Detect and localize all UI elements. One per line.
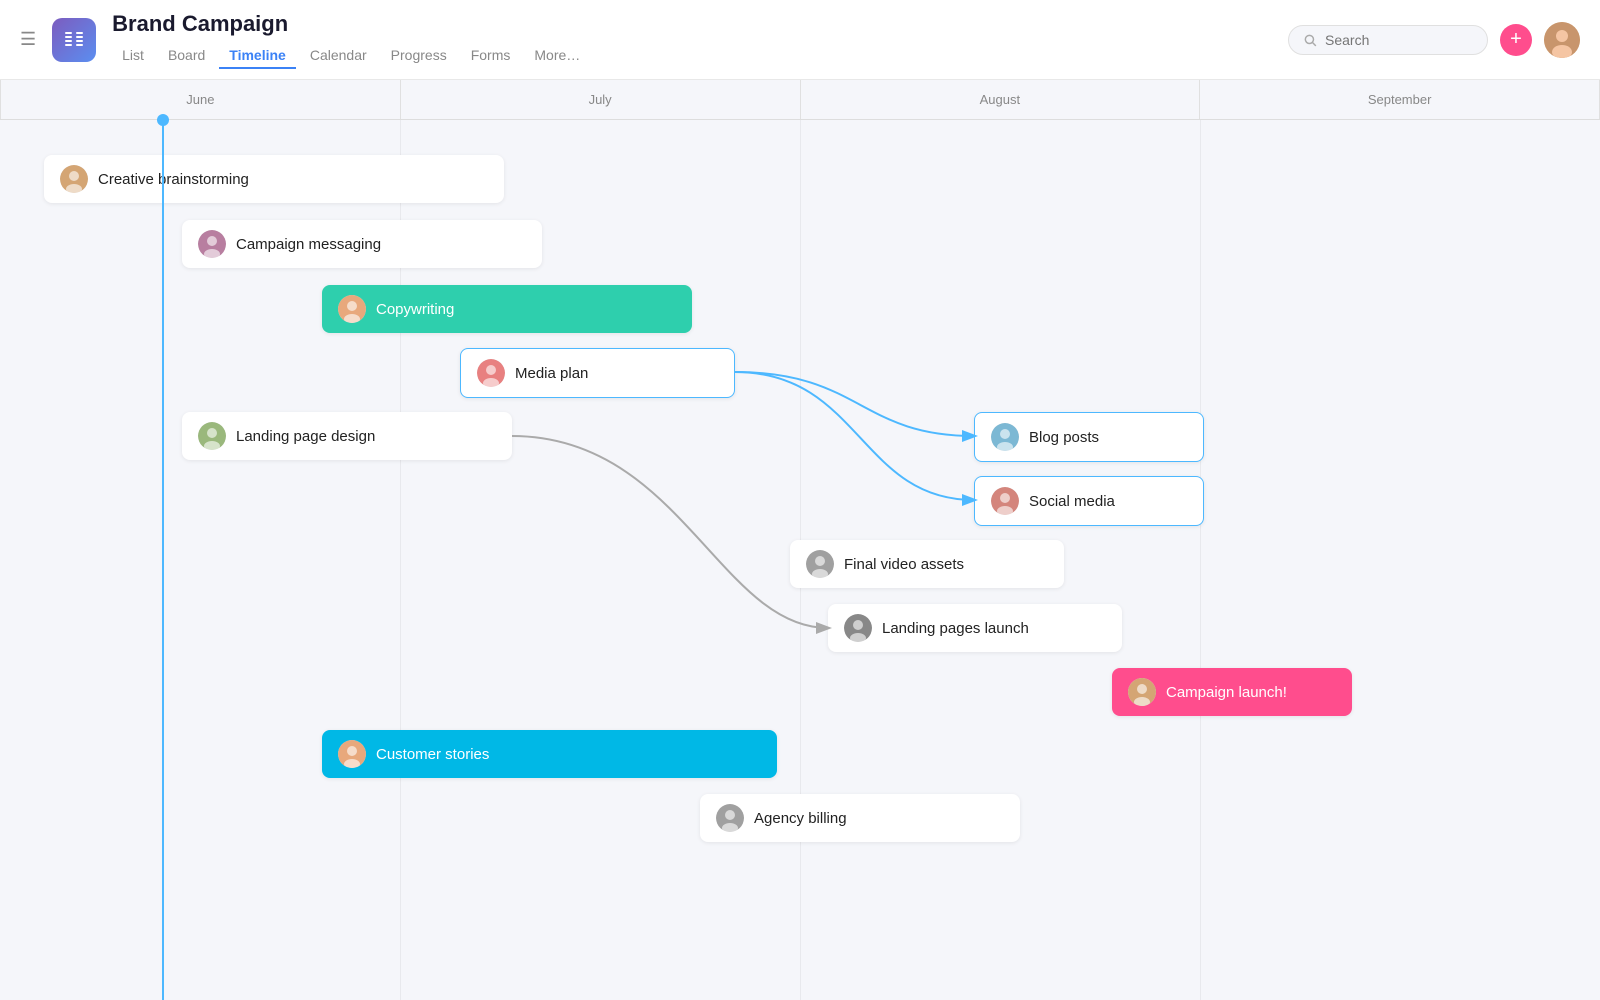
timeline-vertical-bar [162,120,164,1000]
task-label: Blog posts [1029,429,1099,446]
month-september: September [1200,80,1600,119]
hamburger-menu[interactable]: ☰ [20,29,36,50]
task-card-blog-posts[interactable]: Blog posts [974,412,1204,462]
task-avatar [806,550,834,578]
task-avatar [477,359,505,387]
nav-tabs: ListBoardTimelineCalendarProgressFormsMo… [112,43,1288,69]
months-bar: JuneJulyAugustSeptember [0,80,1600,120]
task-label: Campaign launch! [1166,684,1287,701]
search-icon [1303,33,1317,47]
task-card-landing-pages-launch[interactable]: Landing pages launch [828,604,1122,652]
task-card-campaign-messaging[interactable]: Campaign messaging [182,220,542,268]
nav-tab-timeline[interactable]: Timeline [219,43,296,69]
header-right: + [1288,22,1580,58]
add-button[interactable]: + [1500,24,1532,56]
task-label: Creative brainstorming [98,171,249,188]
task-label: Landing pages launch [882,620,1029,637]
grid-line-3 [1200,120,1201,1000]
task-label: Final video assets [844,556,964,573]
task-card-creative-brainstorming[interactable]: Creative brainstorming [44,155,504,203]
task-label: Copywriting [376,301,454,318]
task-avatar [198,230,226,258]
task-card-media-plan[interactable]: Media plan [460,348,735,398]
task-label: Media plan [515,365,588,382]
task-avatar [338,295,366,323]
task-label: Landing page design [236,428,375,445]
nav-tab-more[interactable]: More… [524,43,590,69]
timeline-dot [157,114,169,126]
task-avatar [60,165,88,193]
task-label: Agency billing [754,810,847,827]
month-july: July [401,80,801,119]
task-label: Campaign messaging [236,236,381,253]
nav-tab-progress[interactable]: Progress [381,43,457,69]
task-avatar [1128,678,1156,706]
task-avatar [991,423,1019,451]
task-card-social-media[interactable]: Social media [974,476,1204,526]
nav-tab-calendar[interactable]: Calendar [300,43,377,69]
avatar-svg [1544,22,1580,58]
search-box[interactable] [1288,25,1488,55]
nav-tab-list[interactable]: List [112,43,154,69]
grid-area: Creative brainstorming Campaign messaging… [0,120,1600,1000]
task-avatar [844,614,872,642]
title-nav: Brand Campaign ListBoardTimelineCalendar… [112,11,1288,69]
task-avatar [991,487,1019,515]
nav-tab-forms[interactable]: Forms [461,43,521,69]
nav-tab-board[interactable]: Board [158,43,215,69]
month-june: June [0,80,401,119]
task-card-copywriting[interactable]: Copywriting [322,285,692,333]
search-input[interactable] [1325,32,1465,48]
task-avatar [198,422,226,450]
task-card-final-video-assets[interactable]: Final video assets [790,540,1064,588]
project-title: Brand Campaign [112,11,1288,37]
app-icon [52,18,96,62]
task-avatar [716,804,744,832]
user-avatar[interactable] [1544,22,1580,58]
app-icon-svg [62,28,86,52]
header: ☰ Brand Campaign ListBoardTimelineCalend… [0,0,1600,80]
timeline-container: JuneJulyAugustSeptember [0,80,1600,1000]
task-avatar [338,740,366,768]
task-card-customer-stories[interactable]: Customer stories [322,730,777,778]
task-card-landing-page-design[interactable]: Landing page design [182,412,512,460]
task-label: Social media [1029,493,1115,510]
task-label: Customer stories [376,746,489,763]
month-august: August [801,80,1201,119]
task-card-campaign-launch[interactable]: Campaign launch! [1112,668,1352,716]
task-card-agency-billing[interactable]: Agency billing [700,794,1020,842]
